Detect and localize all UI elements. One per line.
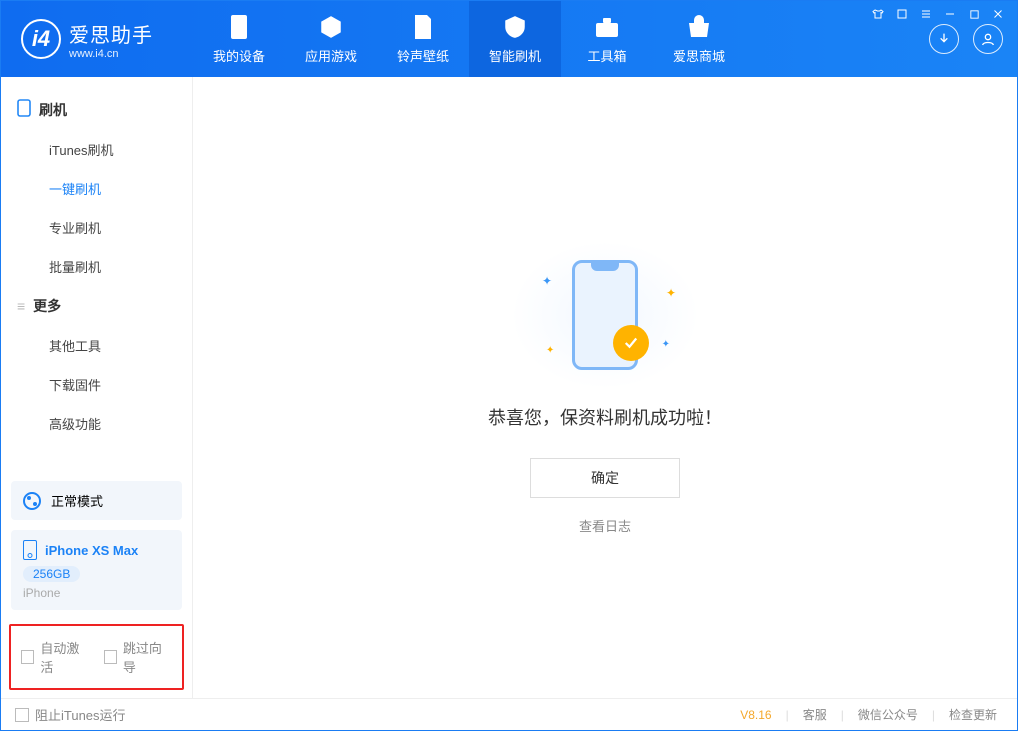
check-badge-icon bbox=[613, 325, 649, 361]
header: i4 爱思助手 www.i4.cn 我的设备 应用游戏 铃声壁纸 智能刷机 bbox=[1, 1, 1017, 77]
version-label: V8.16 bbox=[740, 708, 771, 722]
sidebar-item-itunes-flash[interactable]: iTunes刷机 bbox=[1, 130, 192, 169]
view-log-link[interactable]: 查看日志 bbox=[579, 516, 631, 535]
music-file-icon bbox=[410, 14, 436, 40]
checkbox-label: 跳过向导 bbox=[123, 638, 172, 676]
confirm-button[interactable]: 确定 bbox=[530, 458, 680, 498]
checkbox-label: 自动激活 bbox=[40, 638, 89, 676]
minimize-button[interactable] bbox=[943, 7, 957, 21]
phone-icon bbox=[23, 540, 37, 560]
tab-label: 应用游戏 bbox=[305, 46, 357, 65]
sidebar-item-advanced[interactable]: 高级功能 bbox=[1, 404, 192, 443]
sidebar-item-pro-flash[interactable]: 专业刷机 bbox=[1, 208, 192, 247]
checkbox-skip-guide[interactable]: 跳过向导 bbox=[104, 638, 173, 676]
header-right bbox=[929, 24, 1017, 54]
result-panel: ✦ ✦ ✦ ✦ 恭喜您，保资料刷机成功啦！ 确定 查看日志 bbox=[488, 240, 722, 535]
maximize-button[interactable] bbox=[967, 7, 981, 21]
tab-store[interactable]: 爱思商城 bbox=[653, 1, 745, 77]
link-wechat[interactable]: 微信公众号 bbox=[852, 706, 924, 723]
sidebar: 刷机 iTunes刷机 一键刷机 专业刷机 批量刷机 ≡ 更多 其他工具 下载固… bbox=[1, 77, 193, 698]
success-illustration: ✦ ✦ ✦ ✦ bbox=[510, 240, 700, 390]
device-box[interactable]: iPhone XS Max 256GB iPhone bbox=[11, 530, 182, 610]
result-title: 恭喜您，保资料刷机成功啦！ bbox=[488, 404, 722, 430]
shirt-icon[interactable] bbox=[871, 7, 885, 21]
sparkle-icon: ✦ bbox=[662, 339, 670, 350]
highlighted-options: 自动激活 跳过向导 bbox=[9, 624, 184, 690]
download-button[interactable] bbox=[929, 24, 959, 54]
link-check-update[interactable]: 检查更新 bbox=[943, 706, 1003, 723]
list-icon: ≡ bbox=[17, 298, 25, 314]
menu-icon[interactable] bbox=[919, 7, 933, 21]
main-tabs: 我的设备 应用游戏 铃声壁纸 智能刷机 工具箱 爱思商城 bbox=[193, 1, 745, 77]
sparkle-icon: ✦ bbox=[546, 345, 554, 356]
sidebar-item-download-firmware[interactable]: 下载固件 bbox=[1, 365, 192, 404]
link-support[interactable]: 客服 bbox=[797, 706, 833, 723]
tab-my-device[interactable]: 我的设备 bbox=[193, 1, 285, 77]
app-window: i4 爱思助手 www.i4.cn 我的设备 应用游戏 铃声壁纸 智能刷机 bbox=[0, 0, 1018, 731]
tab-label: 铃声壁纸 bbox=[397, 46, 449, 65]
tab-label: 智能刷机 bbox=[489, 46, 541, 65]
toolbox-icon bbox=[594, 14, 620, 40]
status-bar: 阻止iTunes运行 V8.16 | 客服 | 微信公众号 | 检查更新 bbox=[1, 698, 1017, 730]
logo-icon: i4 bbox=[21, 19, 61, 59]
section-title: 更多 bbox=[33, 296, 61, 316]
cube-icon bbox=[318, 14, 344, 40]
app-url: www.i4.cn bbox=[69, 48, 153, 60]
device-icon bbox=[226, 14, 252, 40]
mode-icon bbox=[23, 492, 41, 510]
mode-box[interactable]: 正常模式 bbox=[11, 481, 182, 520]
store-icon bbox=[686, 14, 712, 40]
section-title: 刷机 bbox=[39, 100, 67, 120]
phone-illustration bbox=[572, 260, 638, 370]
mode-label: 正常模式 bbox=[51, 491, 103, 510]
checkbox-block-itunes[interactable]: 阻止iTunes运行 bbox=[15, 705, 126, 724]
phone-icon bbox=[17, 99, 31, 120]
sidebar-section-more: ≡ 更多 bbox=[1, 286, 192, 326]
checkbox-label: 阻止iTunes运行 bbox=[35, 705, 126, 724]
main-content: ✦ ✦ ✦ ✦ 恭喜您，保资料刷机成功啦！ 确定 查看日志 bbox=[193, 77, 1017, 698]
close-button[interactable] bbox=[991, 7, 1005, 21]
sparkle-icon: ✦ bbox=[666, 286, 676, 300]
app-name: 爱思助手 bbox=[69, 19, 153, 48]
sidebar-item-oneclick-flash[interactable]: 一键刷机 bbox=[1, 169, 192, 208]
device-capacity: 256GB bbox=[23, 566, 80, 582]
sidebar-item-other-tools[interactable]: 其他工具 bbox=[1, 326, 192, 365]
tab-label: 我的设备 bbox=[213, 46, 265, 65]
sidebar-item-batch-flash[interactable]: 批量刷机 bbox=[1, 247, 192, 286]
window-controls bbox=[871, 7, 1005, 21]
tab-flash[interactable]: 智能刷机 bbox=[469, 1, 561, 77]
sparkle-icon: ✦ bbox=[542, 274, 552, 288]
tab-label: 工具箱 bbox=[587, 46, 626, 65]
settings-icon[interactable] bbox=[895, 7, 909, 21]
account-button[interactable] bbox=[973, 24, 1003, 54]
tab-apps-games[interactable]: 应用游戏 bbox=[285, 1, 377, 77]
logo: i4 爱思助手 www.i4.cn bbox=[1, 19, 193, 60]
device-type: iPhone bbox=[23, 586, 60, 600]
tab-toolbox[interactable]: 工具箱 bbox=[561, 1, 653, 77]
checkbox-auto-activate[interactable]: 自动激活 bbox=[21, 638, 90, 676]
sidebar-section-flash: 刷机 bbox=[1, 89, 192, 130]
tab-label: 爱思商城 bbox=[673, 46, 725, 65]
device-name: iPhone XS Max bbox=[45, 543, 138, 558]
refresh-shield-icon bbox=[502, 14, 528, 40]
body: 刷机 iTunes刷机 一键刷机 专业刷机 批量刷机 ≡ 更多 其他工具 下载固… bbox=[1, 77, 1017, 698]
tab-ringtones[interactable]: 铃声壁纸 bbox=[377, 1, 469, 77]
